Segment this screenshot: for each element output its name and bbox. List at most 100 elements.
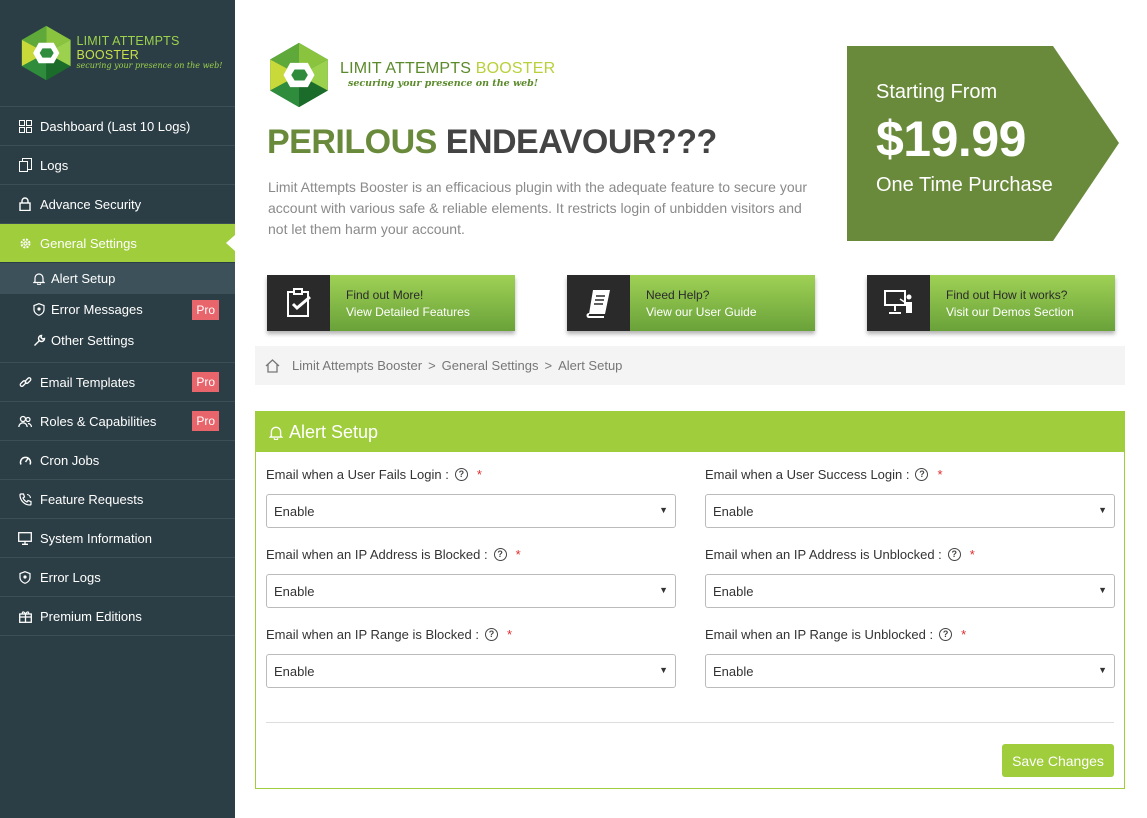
price-banner[interactable]: Starting From $19.99 One Time Purchase [847,46,1119,241]
brand-name-part1: LIMIT ATTEMPTS [76,33,180,48]
field-ip-address-blocked: Email when an IP Address is Blocked :? * … [266,545,676,608]
caret-down-icon: ▼ [659,585,668,595]
help-icon[interactable]: ? [484,627,498,641]
panel-divider [266,722,1114,723]
promo-user-guide-button[interactable]: Need Help? View our User Guide [567,275,815,331]
brand-tagline: securing your presence on the web! [348,77,538,89]
promo-line1: Find out More! [346,288,424,302]
sidebar-item-premium-editions[interactable]: Premium Editions [0,597,235,636]
field-label: Email when an IP Range is Blocked : [266,626,479,642]
alert-setup-panel: Alert Setup Email when a User Fails Logi… [255,411,1125,789]
promo-features-button[interactable]: Find out More! View Detailed Features [267,275,515,331]
promo-line2: View Detailed Features [346,305,470,319]
help-icon[interactable]: ? [454,467,468,481]
field-label: Email when an IP Range is Unblocked : [705,626,934,642]
save-changes-button[interactable]: Save Changes [1002,744,1114,777]
presentation-icon [867,275,930,331]
promo-line1: Need Help? [646,288,710,302]
sidebar-item-label: Error Logs [40,569,101,585]
pro-badge: Pro [192,411,219,431]
lock-icon [17,196,33,212]
hero-logo: LIMIT ATTEMPTS BOOSTER securing your pre… [268,40,555,110]
sidebar-item-cron-jobs[interactable]: Cron Jobs [0,441,235,480]
monitor-icon [17,530,33,546]
breadcrumb-item-alert-setup: Alert Setup [558,358,623,373]
submenu-item-label: Error Messages [51,302,143,317]
gear-icon [17,235,33,251]
required-mark: * [969,546,975,562]
submenu-item-other-settings[interactable]: Other Settings [0,325,235,356]
required-mark: * [515,546,521,562]
ip-address-blocked-select[interactable]: Enable ▼ [266,574,676,608]
sidebar-item-label: Advance Security [40,196,142,212]
sidebar-item-dashboard[interactable]: Dashboard (Last 10 Logs) [0,107,235,146]
brand-tagline: securing your presence on the web! [76,61,223,71]
sidebar-item-advance-security[interactable]: Advance Security [0,185,235,224]
sidebar-item-label: General Settings [40,235,137,251]
ip-range-unblocked-select[interactable]: Enable ▼ [705,654,1115,688]
sidebar-item-error-logs[interactable]: Error Logs [0,558,235,597]
hero-heading: PERILOUS ENDEAVOUR??? [267,123,717,162]
caret-down-icon: ▼ [1098,505,1107,515]
required-mark: * [937,466,943,482]
ip-range-blocked-select[interactable]: Enable ▼ [266,654,676,688]
pro-badge: Pro [192,372,219,392]
home-icon[interactable] [265,358,280,373]
sidebar-item-logs[interactable]: Logs [0,146,235,185]
breadcrumb-item-general-settings[interactable]: General Settings [442,358,539,373]
dashboard-icon [17,118,33,134]
sidebar-item-label: Roles & Capabilities [40,413,157,429]
submenu-item-label: Alert Setup [51,271,116,286]
caret-down-icon: ▼ [1098,585,1107,595]
caret-down-icon: ▼ [659,505,668,515]
gift-icon [17,608,33,624]
link-icon [17,374,33,390]
brand-name-part1: LIMIT ATTEMPTS [340,60,476,78]
brand-logo-icon [21,25,71,81]
phone-icon [17,491,33,507]
caret-down-icon: ▼ [1098,665,1107,675]
promo-line2: View our User Guide [646,305,757,319]
gauge-icon [17,452,33,468]
submenu-item-error-messages[interactable]: Error Messages Pro [0,294,235,325]
user-success-login-select[interactable]: Enable ▼ [705,494,1115,528]
field-ip-range-unblocked: Email when an IP Range is Unblocked :? * … [705,625,1115,688]
help-icon[interactable]: ? [939,627,953,641]
ip-address-unblocked-select[interactable]: Enable ▼ [705,574,1115,608]
shield-icon [17,569,33,585]
submenu-item-alert-setup[interactable]: Alert Setup [0,263,235,294]
panel-header: Alert Setup [256,412,1124,452]
sidebar-item-general-settings[interactable]: General Settings [0,224,235,262]
price-amount: $19.99 [876,111,1026,167]
user-fails-login-select[interactable]: Enable ▼ [266,494,676,528]
bell-icon [32,272,46,286]
sidebar-item-email-templates[interactable]: Email Templates Pro [0,363,235,402]
help-icon[interactable]: ? [915,467,929,481]
panel-title: Alert Setup [289,421,379,442]
promo-demos-button[interactable]: Find out How it works? Visit our Demos S… [867,275,1115,331]
submenu-item-label: Other Settings [51,333,135,348]
breadcrumb-separator: > [428,358,436,373]
help-icon[interactable]: ? [493,547,507,561]
shield-icon [32,303,46,317]
hero-heading-word1: PERILOUS [267,123,437,161]
sidebar-item-roles-capabilities[interactable]: Roles & Capabilities Pro [0,402,235,441]
price-once-label: One Time Purchase [876,174,1053,196]
help-icon[interactable]: ? [947,547,961,561]
sidebar-logo[interactable]: LIMIT ATTEMPTS BOOSTER securing your pre… [0,0,235,107]
field-user-fails-login: Email when a User Fails Login :? * Enable… [266,465,676,528]
breadcrumb: Limit Attempts Booster > General Setting… [255,346,1125,385]
main-content: LIMIT ATTEMPTS BOOSTER securing your pre… [235,0,1147,818]
breadcrumb-item-plugin[interactable]: Limit Attempts Booster [292,358,422,373]
users-icon [17,413,33,429]
wrench-icon [32,334,46,348]
select-value: Enable [274,583,315,599]
sidebar-item-feature-requests[interactable]: Feature Requests [0,480,235,519]
brand-name-part2: BOOSTER [76,47,139,62]
field-label: Email when an IP Address is Unblocked : [705,546,942,562]
hero-description: Limit Attempts Booster is an efficacious… [268,179,808,237]
sidebar-item-label: Dashboard (Last 10 Logs) [40,118,191,134]
sidebar-item-system-information[interactable]: System Information [0,519,235,558]
select-value: Enable [713,583,754,599]
hero-heading-word2: ENDEAVOUR??? [445,123,718,161]
